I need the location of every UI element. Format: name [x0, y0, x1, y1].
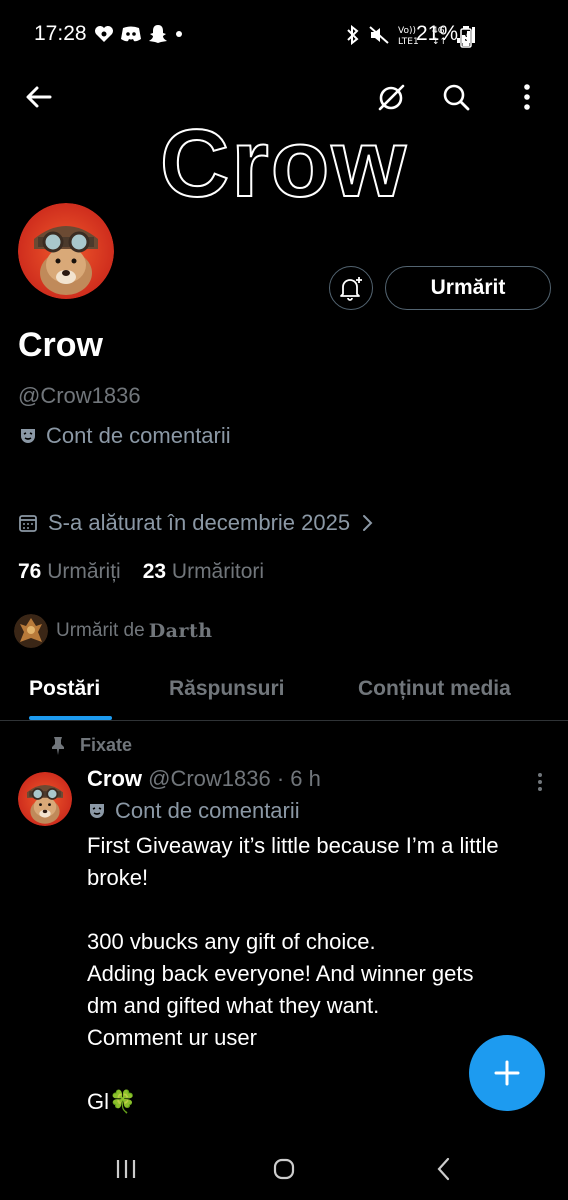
home-button[interactable] [266, 1154, 302, 1184]
joined-text: S-a alăturat în decembrie 2025 [48, 510, 351, 535]
post-paragraph: Gl🍀 [87, 1089, 137, 1114]
following-button[interactable]: Urmărit [385, 266, 551, 310]
pinned-indicator: Fixate [50, 735, 132, 756]
tab-media[interactable]: Conținut media [358, 677, 511, 701]
dog-pilot-avatar-icon [18, 772, 72, 826]
account-label: Cont de comentarii [18, 423, 231, 449]
following-count: 76 [18, 560, 42, 583]
post-author-avatar[interactable] [18, 772, 72, 826]
post-handle-time: @Crow1836 · 6 h [148, 766, 321, 791]
profile-avatar[interactable] [18, 203, 114, 299]
followed-by-name: Darth [148, 620, 213, 642]
theater-mask-icon [90, 804, 104, 818]
home-icon [273, 1158, 295, 1180]
profile-tabs: Postări Răspunsuri Conținut media [0, 665, 568, 721]
calendar-icon [19, 515, 37, 532]
followers-label: Urmăritori [171, 560, 265, 583]
post-author-name[interactable]: Crow [87, 766, 142, 791]
system-navigation-bar [0, 1140, 568, 1200]
compose-post-button[interactable] [469, 1035, 545, 1111]
post-paragraph: First Giveaway it’s little because I’m a… [87, 833, 499, 890]
darth-avatar-icon [14, 614, 48, 648]
followers-count: 23 [142, 560, 167, 583]
post-header: Crow @Crow1836 · 6 h [87, 766, 321, 792]
battery-percent: 21% [415, 22, 458, 45]
joined-date-row[interactable]: S-a alăturat în decembrie 2025 [18, 510, 374, 536]
svg-text:Crow: Crow [160, 110, 408, 216]
following-label: Urmăriți [47, 560, 121, 583]
followers-link[interactable]: 23 Urmăritori [143, 560, 264, 584]
recent-apps-button[interactable] [108, 1154, 144, 1184]
post-paragraph: 300 vbucks any gift of choice. Adding ba… [87, 929, 474, 1050]
snapchat-icon [149, 25, 167, 43]
post-account-label: Cont de comentarii [87, 798, 300, 824]
followed-by-prefix: Urmărit de [56, 620, 145, 641]
account-label-text: Cont de comentarii [46, 423, 231, 448]
battery-icon [460, 26, 472, 48]
active-tab-indicator [29, 716, 112, 720]
discord-icon [121, 26, 141, 42]
theater-mask-icon [21, 429, 35, 443]
follow-stats: 76 Urmăriți 23 Urmăritori [18, 560, 264, 584]
status-bar: 17:28 Vo)) LTE1 4G ↓↑ 21% [0, 0, 568, 70]
followed-by-row[interactable]: Urmărit de Darth [14, 614, 213, 648]
svg-text:Vo)): Vo)) [398, 26, 416, 36]
banner-title-text: Crow [159, 109, 408, 218]
post-account-label-text: Cont de comentarii [115, 798, 300, 823]
heart-badge-icon [95, 26, 113, 42]
chevron-right-icon [363, 515, 373, 531]
mute-icon [369, 26, 389, 44]
bluetooth-icon [347, 25, 359, 45]
notifications-button[interactable] [329, 266, 373, 310]
recent-apps-icon [116, 1160, 136, 1178]
tab-posts[interactable]: Postări [29, 677, 100, 701]
pin-icon [52, 736, 64, 755]
banner-title: Crow [0, 106, 568, 218]
notification-icons [94, 24, 184, 44]
dog-pilot-avatar-icon [18, 203, 114, 299]
back-nav-button[interactable] [426, 1154, 462, 1184]
profile-display-name: Crow [18, 326, 103, 364]
dot-icon [176, 31, 182, 37]
profile-handle: @Crow1836 [18, 383, 141, 408]
following-link[interactable]: 76 Urmăriți [18, 560, 121, 584]
post-more-button[interactable] [528, 770, 552, 794]
more-vertical-icon [538, 773, 542, 791]
tab-replies[interactable]: Răspunsuri [169, 677, 285, 701]
bell-plus-icon [340, 277, 362, 301]
status-time: 17:28 [34, 22, 87, 45]
post-body[interactable]: First Giveaway it’s little because I’m a… [87, 830, 507, 1118]
follower-avatar [14, 614, 48, 648]
pinned-label: Fixate [80, 735, 133, 755]
plus-icon [494, 1060, 520, 1086]
chevron-left-icon [437, 1157, 450, 1181]
